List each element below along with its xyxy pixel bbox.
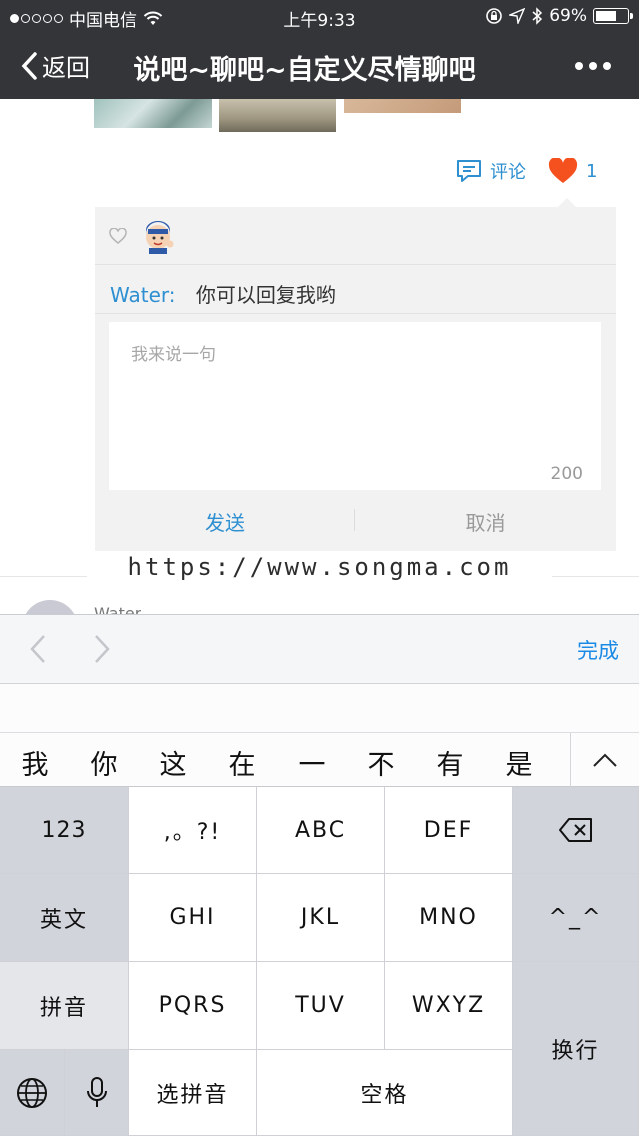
status-right: 69% [485,6,633,26]
like-button[interactable]: 1 [548,158,597,184]
reply-text: 你可以回复我哟 [195,283,336,307]
done-button[interactable]: 完成 [577,635,619,665]
candidate-bar: 我 你 这 在 一 不 有 是 [0,732,639,787]
status-bar: 中国电信 上午9:33 69% [0,0,639,32]
expand-candidates-button[interactable] [570,733,639,787]
candidate-word[interactable]: 这 [143,743,203,782]
candidate-word[interactable]: 是 [489,743,549,782]
post-actions: 评论 1 [456,158,597,184]
cancel-button[interactable]: 取消 [355,507,616,536]
comment-input[interactable]: 我来说一句 200 [109,322,601,490]
bluetooth-icon [532,7,543,25]
battery-fill [596,11,616,21]
globe-icon [17,1077,47,1108]
candidate-word[interactable]: 一 [282,743,342,782]
comment-actions: 发送 取消 [95,497,616,547]
chevron-right-icon[interactable] [92,633,112,665]
candidate-word[interactable]: 在 [212,743,272,782]
reply-preview: Water: 你可以回复我哟 [110,279,336,308]
microphone-key[interactable] [65,1050,129,1136]
key-wxyz[interactable]: WXYZ [385,962,513,1050]
navigation-bar: 返回 说吧~聊吧~自定义尽情聊吧 [0,32,639,99]
page-title: 说吧~聊吧~自定义尽情聊吧 [133,55,476,86]
globe-key[interactable] [0,1050,65,1136]
reply-username[interactable]: Water: [110,283,176,307]
keyboard-accessory-bar: 完成 [0,614,639,684]
select-pinyin-key[interactable]: 选拼音 [129,1050,257,1136]
candidate-word[interactable]: 你 [74,743,134,782]
backspace-key[interactable] [513,787,639,874]
candidate-word[interactable]: 不 [351,743,411,782]
post-photo-1[interactable] [94,98,212,128]
pinyin-key[interactable]: 拼音 [0,962,129,1050]
chevron-up-icon [593,753,617,767]
emoticon-key[interactable]: ^_^ [513,874,639,962]
rotation-lock-icon [486,8,503,24]
battery-icon [593,8,633,24]
key-abc[interactable]: ABC [257,787,385,874]
chevron-left-icon[interactable] [28,633,48,665]
page: 中国电信 上午9:33 69% 返回 说吧~聊吧~自定义尽情聊吧 评论 1 Wa… [0,0,639,1136]
key-jkl[interactable]: JKL [257,874,385,962]
next-item-username: Water [94,604,142,614]
comment-icon [457,160,481,182]
comment-label: 评论 [490,162,526,183]
post-photo-2[interactable] [219,98,336,132]
numbers-key[interactable]: 123 [0,787,129,874]
microphone-icon [86,1076,107,1107]
key-tuv[interactable]: TUV [257,962,385,1050]
input-composition-area [0,684,639,732]
comment-button[interactable]: 评论 [456,158,526,184]
comment-input-placeholder: 我来说一句 [131,345,216,365]
watermark-text: https://www.songma.com [87,553,552,581]
char-limit-counter: 200 [550,464,583,484]
avatar[interactable] [139,217,177,255]
newline-key[interactable]: 换行 [513,962,639,1136]
key-ghi[interactable]: GHI [129,874,257,962]
likes-row [95,207,616,265]
keyboard: 123 ,。?! ABC DEF 英文 GHI JKL MNO ^_^ 拼音 P… [0,787,639,1136]
heart-filled-icon [548,158,578,183]
key-def[interactable]: DEF [385,787,513,874]
candidate-word[interactable]: 有 [420,743,480,782]
send-button[interactable]: 发送 [95,507,355,536]
backspace-icon [558,818,592,842]
comment-panel: Water: 你可以回复我哟 我来说一句 200 发送 取消 [95,198,616,551]
like-count: 1 [586,160,598,182]
more-options-icon[interactable] [575,62,611,70]
key-mno[interactable]: MNO [385,874,513,962]
location-icon [509,8,526,24]
key-pqrs[interactable]: PQRS [129,962,257,1050]
heart-outline-icon [109,228,127,244]
divider [95,313,616,314]
top-bar: 中国电信 上午9:33 69% 返回 说吧~聊吧~自定义尽情聊吧 [0,0,639,99]
english-key[interactable]: 英文 [0,874,129,962]
space-key[interactable]: 空格 [257,1050,513,1136]
post-photo-3[interactable] [344,98,461,113]
punctuation-key[interactable]: ,。?! [129,787,257,874]
battery-percent: 69% [549,6,587,26]
candidate-word[interactable]: 我 [5,743,65,782]
